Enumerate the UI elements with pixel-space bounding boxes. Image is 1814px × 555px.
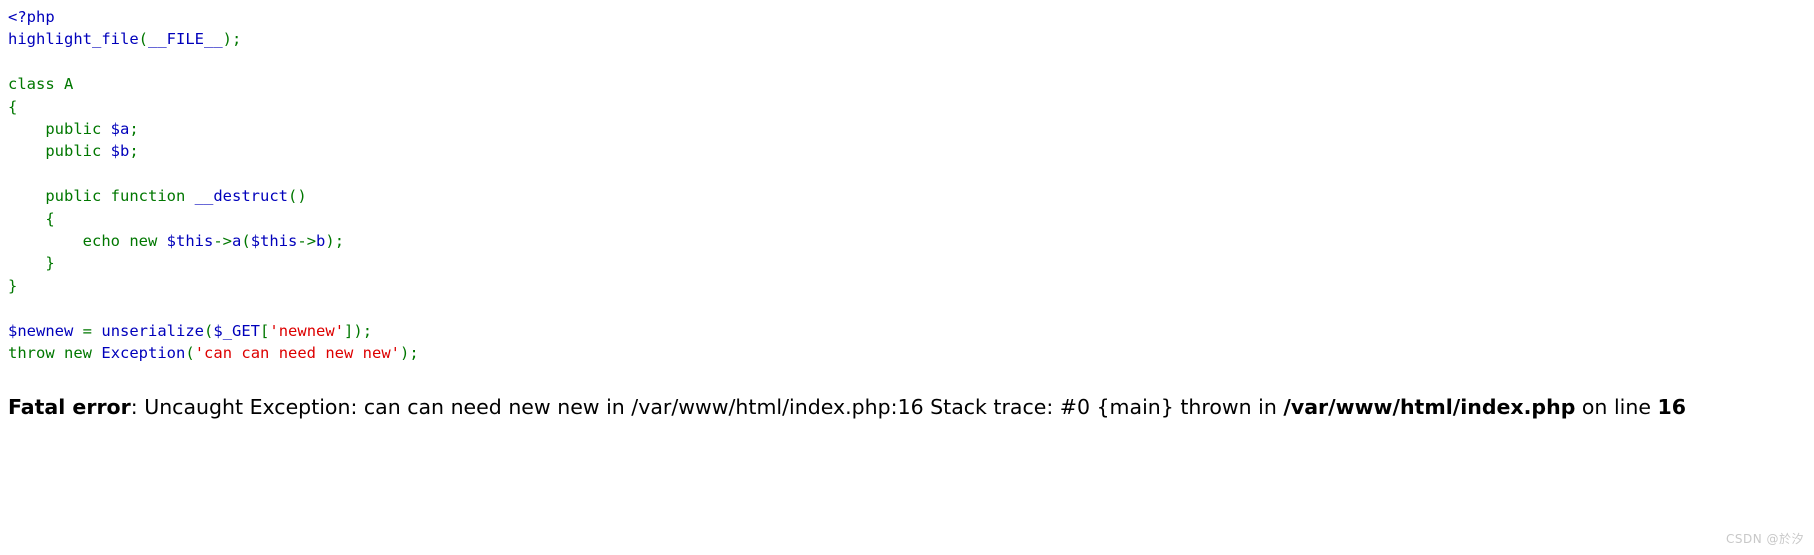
code-token-kw bbox=[101, 120, 110, 138]
code-token-kw: ; bbox=[409, 344, 419, 363]
code-token-kw bbox=[8, 210, 45, 228]
code-token-kw bbox=[8, 120, 45, 138]
code-line: class A bbox=[8, 73, 419, 95]
code-token-kw: new bbox=[64, 344, 93, 363]
code-token-kw: { bbox=[8, 97, 18, 116]
fatal-error-message-body: Uncaught Exception: can can need new new… bbox=[144, 395, 1284, 419]
code-token-kw: -> bbox=[297, 232, 317, 251]
code-token-kw: ; bbox=[334, 232, 345, 251]
code-token-kw: { bbox=[45, 209, 55, 228]
code-token-kw: ; bbox=[232, 30, 242, 49]
code-token-kw: ) bbox=[325, 232, 335, 251]
code-token-kw: public bbox=[45, 142, 102, 161]
code-token-kw: function bbox=[110, 187, 186, 206]
fatal-error-on-line-prefix: on line bbox=[1575, 395, 1658, 419]
code-token-kw: } bbox=[8, 276, 18, 295]
fatal-error-file-path: /var/www/html/index.php bbox=[1283, 395, 1576, 419]
code-token-kw: ) bbox=[353, 321, 363, 340]
code-token-kw: } bbox=[45, 254, 55, 273]
code-token-kw: public bbox=[45, 187, 102, 206]
code-token-tag: <?php bbox=[8, 8, 55, 26]
code-token-fn: b bbox=[316, 232, 326, 251]
fatal-error-separator: : bbox=[130, 395, 145, 419]
code-token-kw bbox=[101, 142, 110, 160]
code-token-kw bbox=[8, 142, 45, 160]
code-token-kw bbox=[8, 232, 83, 250]
csdn-watermark: CSDN @於汐 bbox=[1725, 532, 1804, 546]
code-line: public $a; bbox=[8, 118, 419, 140]
code-token-kw: ) bbox=[222, 30, 232, 49]
code-token-var: $_GET bbox=[213, 321, 261, 340]
code-token-kw bbox=[55, 75, 64, 93]
code-token-kw: [ bbox=[260, 321, 270, 340]
code-line: } bbox=[8, 252, 419, 274]
code-line: echo new $this->a($this->b); bbox=[8, 230, 419, 252]
code-token-kw: new bbox=[129, 232, 158, 251]
code-token-kw bbox=[101, 187, 110, 205]
code-token-kw bbox=[120, 232, 129, 250]
code-token-kw: ) bbox=[297, 187, 307, 206]
code-token-kw: A bbox=[64, 75, 74, 94]
code-token-var: $newnew bbox=[8, 321, 74, 340]
code-line: public function __destruct() bbox=[8, 185, 419, 207]
code-token-kw: ( bbox=[204, 321, 214, 340]
code-token-kw: = bbox=[82, 321, 93, 340]
code-line: highlight_file(__FILE__); bbox=[8, 28, 419, 50]
code-token-kw bbox=[92, 344, 101, 362]
code-line: { bbox=[8, 208, 419, 230]
code-token-kw: ( bbox=[138, 30, 148, 49]
php-source-listing: <?php highlight_file(__FILE__); class A{ … bbox=[8, 6, 419, 365]
code-token-kw: ; bbox=[129, 120, 139, 139]
code-line: } bbox=[8, 275, 419, 297]
fatal-error-label: Fatal error bbox=[8, 395, 131, 419]
code-token-kw: echo bbox=[82, 232, 120, 251]
code-token-fn: Exception bbox=[101, 344, 186, 363]
code-token-kw: ; bbox=[362, 321, 373, 340]
code-token-kw: public bbox=[45, 120, 102, 139]
code-token-str: 'can can need new new' bbox=[194, 344, 401, 363]
code-token-kw: class bbox=[8, 75, 55, 94]
code-token-kw: throw bbox=[8, 344, 55, 363]
code-token-var: $a bbox=[110, 120, 130, 139]
code-line: public $b; bbox=[8, 140, 419, 162]
code-token-kw: ] bbox=[344, 321, 354, 340]
code-line: throw new Exception('can can need new ne… bbox=[8, 342, 419, 364]
code-token-kw: ; bbox=[129, 142, 139, 161]
code-token-kw: ( bbox=[241, 232, 251, 251]
code-token-kw bbox=[8, 187, 45, 205]
code-token-kw: ) bbox=[400, 344, 410, 363]
code-token-str: 'newnew' bbox=[269, 321, 345, 340]
code-token-kw: -> bbox=[213, 232, 233, 251]
code-token-fn: unserialize bbox=[101, 321, 205, 340]
code-token-var: $b bbox=[110, 142, 130, 161]
code-token-var: $this bbox=[250, 232, 298, 251]
code-token-var: $this bbox=[166, 232, 214, 251]
code-token-kw: ( bbox=[185, 344, 195, 363]
code-token-kw: ( bbox=[288, 187, 298, 206]
fatal-error-line-number: 16 bbox=[1657, 395, 1686, 419]
code-token-kw bbox=[157, 232, 166, 250]
code-token-kw bbox=[92, 322, 101, 340]
code-line: <?php bbox=[8, 6, 419, 28]
code-token-fn: a bbox=[232, 232, 242, 251]
code-token-kw bbox=[8, 254, 45, 272]
code-token-kw bbox=[55, 344, 64, 362]
code-line: $newnew = unserialize($_GET['newnew']); bbox=[8, 320, 419, 342]
code-token-fn: highlight_file bbox=[8, 30, 139, 49]
code-token-fn: __destruct bbox=[194, 187, 288, 206]
php-fatal-error-message: Fatal error: Uncaught Exception: can can… bbox=[8, 393, 1686, 421]
code-token-fn: __FILE__ bbox=[148, 30, 223, 49]
code-token-kw bbox=[185, 187, 194, 205]
code-line: { bbox=[8, 96, 419, 118]
code-token-kw bbox=[73, 322, 82, 340]
